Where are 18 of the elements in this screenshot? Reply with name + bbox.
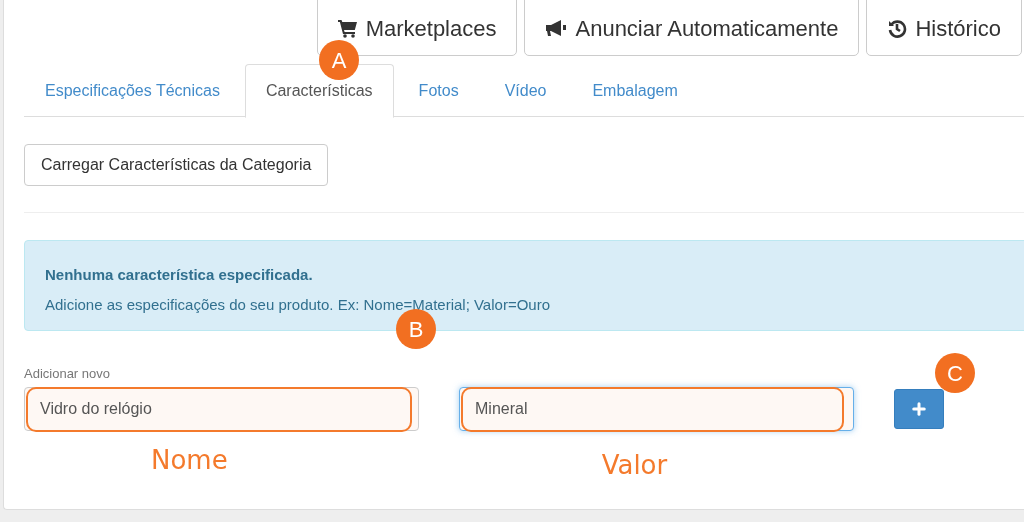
name-input[interactable]: Vidro do relógio <box>24 386 419 431</box>
history-icon <box>887 18 908 38</box>
add-button[interactable] <box>894 388 944 429</box>
toolbar-button[interactable]: Anunciar Automaticamente <box>524 0 860 56</box>
tab[interactable]: Vídeo <box>483 64 568 118</box>
annotation-label: Valor <box>601 448 668 482</box>
tab[interactable]: Especificações Técnicas <box>24 64 241 118</box>
tab[interactable]: Fotos <box>397 64 480 118</box>
megaphone-icon <box>545 18 568 38</box>
toolbar-button[interactable]: Histórico <box>866 0 1022 56</box>
plus-icon <box>910 399 928 418</box>
annotation-label: Nome <box>151 443 228 477</box>
alert-title: Nenhuma característica especificada. <box>45 265 314 285</box>
field-label: Adicionar novo <box>24 365 110 383</box>
cart-icon <box>337 18 358 38</box>
value-input[interactable]: Mineral <box>459 386 854 431</box>
tab[interactable]: Embalagem <box>571 64 699 118</box>
load-category-button[interactable]: Carregar Características da Categoria <box>24 144 329 186</box>
